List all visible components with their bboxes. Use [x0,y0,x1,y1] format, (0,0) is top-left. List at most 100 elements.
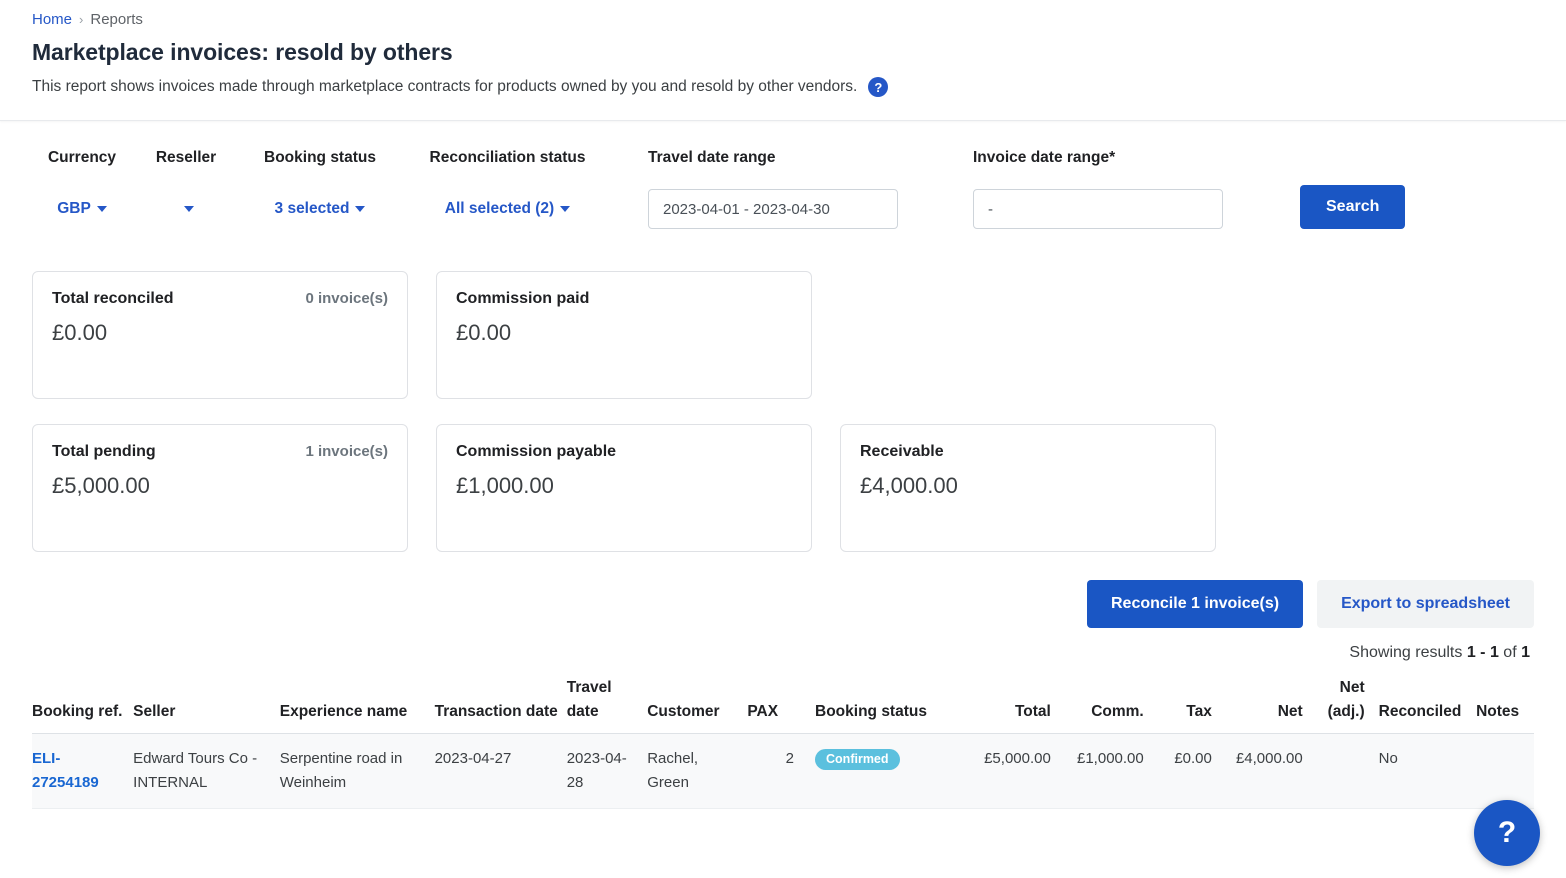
card-value: £1,000.00 [456,473,554,498]
results-table-container: Booking ref. Seller Experience name Tran… [0,662,1566,809]
column-header-travel-date[interactable]: Travel date [566,676,648,734]
summary-card-total-reconciled: Total reconciled 0 invoice(s) £0.00 [32,271,408,399]
column-header-reconciled[interactable]: Reconciled [1364,676,1477,734]
card-header: Receivable [860,443,1196,461]
column-header-transaction-date[interactable]: Transaction date [434,676,567,734]
page-description-row: This report shows invoices made through … [32,76,1534,98]
cell-pax: 2 [747,733,802,809]
cell-reconciled: No [1364,733,1477,809]
column-header-pax[interactable]: PAX [747,676,802,734]
page-description-text: This report shows invoices made through … [32,78,858,95]
card-title: Receivable [860,443,944,460]
filter-travel-date-label: Travel date range [648,149,776,166]
filter-booking-status-label: Booking status [264,149,376,166]
export-to-spreadsheet-button[interactable]: Export to spreadsheet [1317,580,1534,628]
column-header-booking-status[interactable]: Booking status [801,676,956,734]
filter-reseller-label: Reseller [155,149,217,166]
chevron-down-icon [96,206,107,212]
currency-dropdown[interactable]: GBP [57,189,107,229]
reconcile-invoices-button[interactable]: Reconcile 1 invoice(s) [1087,580,1304,628]
table-body: ELI-27254189 Edward Tours Co - INTERNAL … [32,733,1534,809]
cell-net-adj [1302,733,1365,809]
reconciliation-status-dropdown[interactable]: All selected (2) [444,189,571,229]
cell-total: £5,000.00 [955,733,1051,809]
column-header-total[interactable]: Total [955,676,1051,734]
card-header: Total reconciled 0 invoice(s) [52,290,388,308]
booking-status-dropdown[interactable]: 3 selected [275,189,366,229]
filter-reconciliation-status: Reconciliation status All selected (2) [400,149,615,229]
card-title: Total reconciled [52,290,174,307]
filter-currency: Currency GBP [32,149,132,229]
card-value: £0.00 [52,320,108,345]
card-header: Commission paid [456,290,792,308]
filter-reconciliation-status-label: Reconciliation status [429,149,586,166]
cell-tax: £0.00 [1143,733,1212,809]
results-range: 1 - 1 [1466,644,1499,661]
cell-net: £4,000.00 [1211,733,1303,809]
column-header-booking-ref[interactable]: Booking ref. [32,676,134,734]
status-badge: Confirmed [815,749,900,770]
currency-dropdown-value: GBP [57,200,91,217]
booking-status-dropdown-value: 3 selected [274,200,350,217]
column-header-experience-name[interactable]: Experience name [279,676,435,734]
filter-reseller: Reseller [132,149,240,229]
breadcrumb-home-link[interactable]: Home [32,10,72,30]
cell-notes [1476,733,1534,809]
column-header-net[interactable]: Net [1211,676,1303,734]
card-header: Commission payable [456,443,792,461]
summary-card-receivable: Receivable £4,000.00 [840,424,1216,552]
card-invoice-count: 0 invoice(s) [305,290,388,307]
summary-card-commission-paid: Commission paid £0.00 [436,271,812,399]
summary-cards-area: Total reconciled 0 invoice(s) £0.00 Comm… [0,271,1566,552]
invoice-date-range-input[interactable] [973,189,1223,229]
card-value: £5,000.00 [52,473,150,498]
column-header-notes[interactable]: Notes [1476,676,1534,734]
column-header-seller[interactable]: Seller [133,676,280,734]
filter-currency-label: Currency [47,149,117,166]
column-header-comm[interactable]: Comm. [1050,676,1144,734]
card-header: Total pending 1 invoice(s) [52,443,388,461]
card-value: £4,000.00 [860,473,958,498]
help-question-fab-icon[interactable]: ? [1474,800,1540,866]
page-header: Home › Reports Marketplace invoices: res… [0,0,1566,121]
cell-booking-ref: ELI-27254189 [32,733,134,809]
chevron-down-icon [355,206,366,212]
help-question-icon[interactable]: ? [868,77,889,97]
page-title: Marketplace invoices: resold by others [32,39,453,65]
column-header-customer[interactable]: Customer [647,676,748,734]
table-row[interactable]: ELI-27254189 Edward Tours Co - INTERNAL … [32,733,1534,809]
chevron-down-icon [560,206,571,212]
card-invoice-count: 1 invoice(s) [305,443,388,460]
table-head: Booking ref. Seller Experience name Tran… [32,676,1534,734]
booking-ref-link[interactable]: ELI-27254189 [32,750,99,791]
results-count: Showing results 1 - 1 of 1 [0,628,1566,662]
filter-invoice-date-label: Invoice date range* [973,149,1116,166]
cell-experience-name: Serpentine road in Weinheim [279,733,435,809]
cell-transaction-date: 2023-04-27 [434,733,567,809]
column-header-tax[interactable]: Tax [1143,676,1212,734]
card-value: £0.00 [456,320,512,345]
cell-customer: Rachel, Green [647,733,748,809]
breadcrumb-current: Reports [90,11,143,28]
summary-card-total-pending: Total pending 1 invoice(s) £5,000.00 [32,424,408,552]
filter-travel-date-range: Travel date range [648,149,898,229]
card-title: Commission payable [456,443,617,460]
search-button[interactable]: Search [1300,185,1406,229]
results-prefix: Showing results [1349,644,1463,661]
card-title: Commission paid [456,290,590,307]
filter-bar: Currency GBP Reseller Booking status 3 s… [0,121,1566,229]
breadcrumb: Home › Reports [32,10,1534,30]
table-header-row: Booking ref. Seller Experience name Tran… [32,676,1534,734]
reconciliation-status-dropdown-value: All selected (2) [444,200,555,217]
summary-card-row-2: Total pending 1 invoice(s) £5,000.00 Com… [32,424,1534,552]
breadcrumb-separator-icon: › [79,12,84,27]
summary-card-commission-payable: Commission payable £1,000.00 [436,424,812,552]
travel-date-range-input[interactable] [648,189,898,229]
reseller-dropdown[interactable] [178,189,194,229]
chevron-down-icon [184,206,194,212]
results-middle: of [1503,644,1517,661]
cell-travel-date: 2023-04-28 [566,733,648,809]
cell-booking-status: Confirmed [801,733,956,809]
column-header-net-adj[interactable]: Net (adj.) [1302,676,1365,734]
filter-booking-status: Booking status 3 selected [240,149,400,229]
